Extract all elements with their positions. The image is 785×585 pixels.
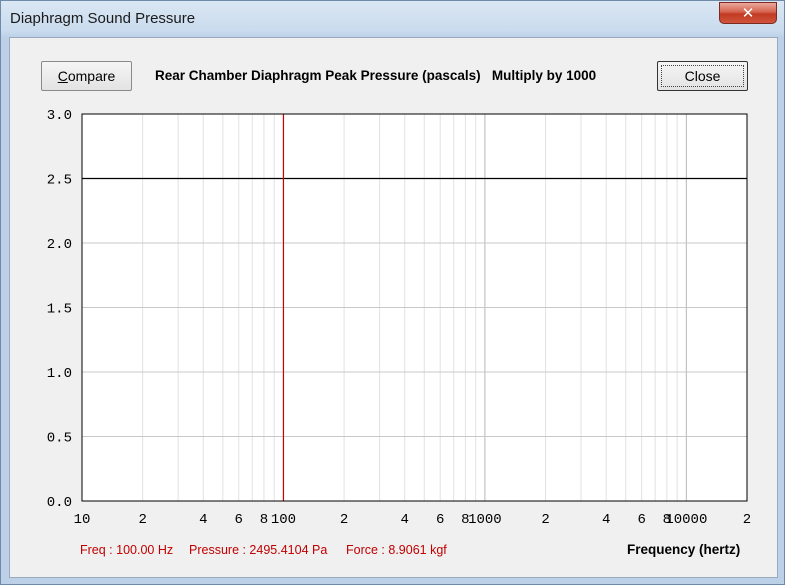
status-pressure: Pressure : 2495.4104 Pa [189, 543, 328, 557]
x-tick-label: 2 [541, 512, 549, 528]
x-axis-label: Frequency (hertz) [627, 542, 741, 557]
x-tick-label: 2 [340, 512, 348, 528]
x-tick-label: 8 [260, 512, 268, 528]
x-tick-label: 4 [401, 512, 409, 528]
x-tick-label: 2 [743, 512, 751, 528]
x-tick-label: 4 [602, 512, 610, 528]
status-force: Force : 8.9061 kgf [346, 543, 447, 557]
y-tick-label: 1.0 [47, 366, 72, 382]
x-tick-label: 10000 [665, 512, 707, 528]
x-tick-label: 6 [235, 512, 243, 528]
title-bar[interactable]: Diaphragm Sound Pressure ✕ [1, 1, 784, 37]
dialog-window: Diaphragm Sound Pressure ✕ Compare Rear … [0, 0, 785, 585]
x-tick-label: 6 [637, 512, 645, 528]
chart[interactable]: 0.00.51.01.52.02.53.010 2 4 6 8 100 2 4 6 81000 2 4… [10, 38, 777, 538]
x-tick-label: 10 [74, 512, 91, 528]
y-tick-label: 1.5 [47, 302, 72, 318]
x-tick-label: 1000 [468, 512, 502, 528]
y-tick-label: 0.5 [47, 431, 72, 447]
window-close-button[interactable]: ✕ [719, 2, 777, 24]
status-frequency: Freq : 100.00 Hz [80, 543, 174, 557]
y-tick-label: 2.0 [47, 237, 72, 253]
window-title: Diaphragm Sound Pressure [10, 10, 196, 27]
x-tick-label: 2 [138, 512, 146, 528]
close-icon: ✕ [741, 4, 755, 22]
x-tick-label: 4 [199, 512, 207, 528]
y-tick-label: 0.0 [47, 495, 72, 511]
client-area: Compare Rear Chamber Diaphragm Peak Pres… [9, 37, 778, 578]
y-tick-label: 3.0 [47, 108, 72, 124]
x-tick-label: 6 [436, 512, 444, 528]
y-tick-label: 2.5 [47, 173, 72, 189]
x-tick-label: 100 [271, 512, 296, 528]
